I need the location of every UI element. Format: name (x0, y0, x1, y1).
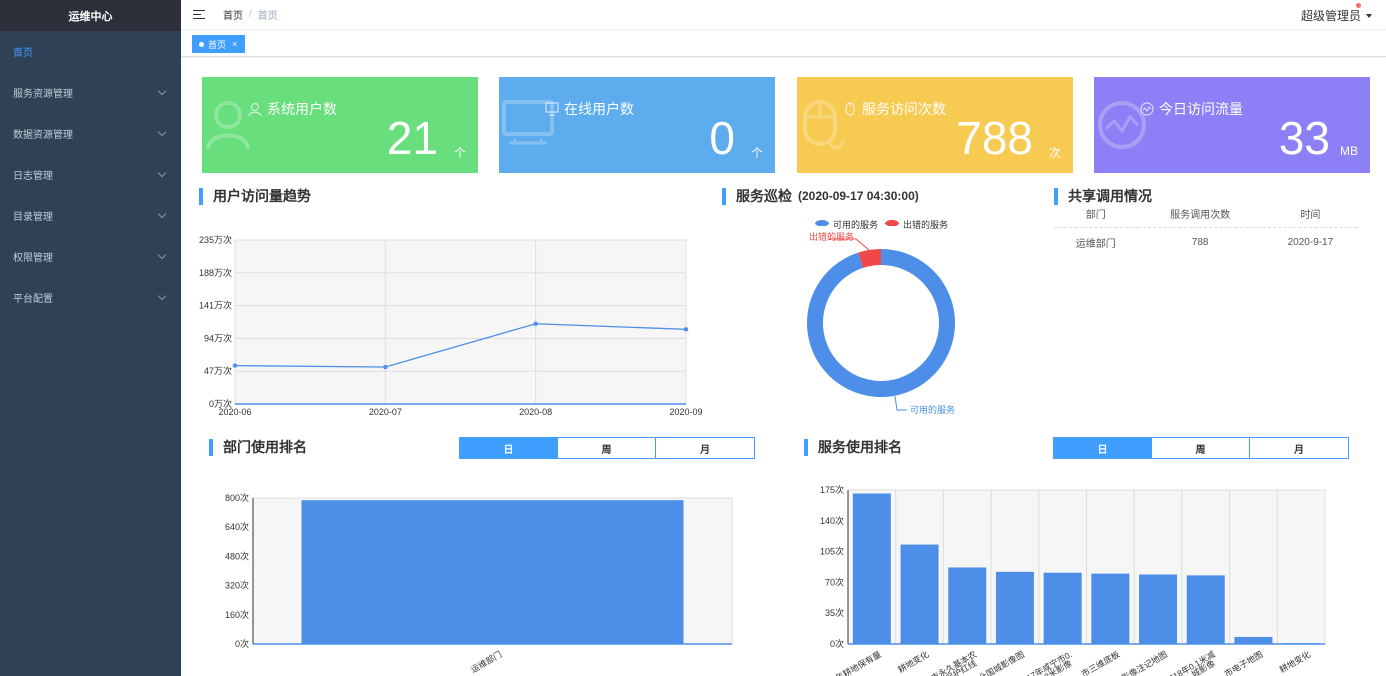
data-point (232, 363, 238, 368)
chevron-down-icon (157, 291, 167, 301)
sidebar-item-6[interactable]: 平台配置 (0, 277, 181, 318)
sidebar-item-label: 权限管理 (13, 253, 53, 264)
y-tick-label: 70次 (825, 576, 844, 587)
y-tick-label: 0次 (830, 638, 844, 649)
slice-label: 可用的服务 (910, 404, 955, 415)
hamburger-icon[interactable] (193, 9, 205, 20)
y-tick-label: 47万次 (204, 365, 232, 376)
x-tick-label: 耕地变化 (1278, 649, 1313, 675)
sidebar-item-0[interactable]: 首页 (0, 31, 181, 72)
sidebar: 运维中心 首页服务资源管理 数据资源管理 日志管理目录管理权限管理平台配置 (0, 0, 181, 676)
breadcrumb-home[interactable]: 首页 (223, 7, 243, 22)
bar (1043, 572, 1082, 644)
bar (1139, 574, 1178, 644)
y-tick-label: 235万次 (199, 234, 232, 245)
y-tick-label: 480次 (225, 550, 249, 561)
sidebar-item-1[interactable]: 服务资源管理 (0, 72, 181, 113)
legend-label: 可用的服务 (833, 219, 878, 230)
sidebar-item-2[interactable]: 数据资源管理 (0, 113, 181, 154)
x-tick-label: 2020-06 (218, 407, 251, 417)
x-tick-label: 2020-08 (519, 407, 552, 417)
sidebar-item-5[interactable]: 权限管理 (0, 236, 181, 277)
sidebar-item-4[interactable]: 目录管理 (0, 195, 181, 236)
data-point (533, 321, 538, 326)
y-tick-label: 94万次 (204, 332, 232, 343)
chevron-down-icon (157, 209, 167, 219)
x-tick-label: 市三维底板 (1080, 649, 1122, 676)
x-tick-label: 年耕地保有量 (834, 649, 884, 676)
tag-label: 首页 (208, 39, 227, 50)
bar (852, 493, 891, 644)
y-tick-label: 640次 (225, 521, 249, 532)
legend-marker (885, 220, 899, 226)
sidebar-item-label: 服务资源管理 (13, 89, 73, 100)
chart-plot-area (234, 239, 687, 405)
y-tick-label: 105次 (820, 546, 844, 557)
sidebar-item-label: 数据资源管理 (13, 130, 73, 141)
x-tick-label: 耕地变化 (896, 649, 931, 675)
data-point (383, 364, 388, 370)
y-tick-label: 175次 (820, 484, 844, 495)
y-tick-label: 141万次 (199, 300, 232, 311)
bar (995, 571, 1034, 644)
sidebar-item-label: 平台配置 (13, 294, 53, 305)
user-dropdown[interactable]: 超级管理员 (1300, 3, 1372, 24)
x-tick-label: 2020-09 (669, 407, 702, 417)
y-tick-label: 800次 (225, 492, 249, 503)
data-point (683, 327, 689, 332)
donut-slice (807, 249, 955, 397)
dashboard-main: 系统用户数 21 个 在线用户数 0 个 服务访问次数 788 次 今日访问流量… (181, 58, 1386, 676)
tags-view: 首页 × (181, 31, 1386, 57)
x-tick-label: 2020-07 (369, 407, 402, 417)
x-tick-label: 全国城影像图 (977, 649, 1026, 676)
y-tick-label: 188万次 (199, 267, 232, 278)
navbar: 首页 / 首页 超级管理员 (181, 0, 1386, 30)
y-tick-label: 140次 (820, 515, 844, 526)
slice-label: 出错的服务 (809, 231, 854, 242)
y-tick-label: 35次 (825, 607, 844, 618)
sidebar-item-3[interactable]: 日志管理 (0, 154, 181, 195)
bar (1234, 636, 1273, 644)
caret-down-icon (1366, 13, 1372, 18)
user-name: 超级管理员 (1300, 9, 1361, 23)
y-tick-label: 320次 (225, 580, 249, 591)
x-tick-label: 影像注记地图 (1120, 649, 1169, 676)
breadcrumb-current: 首页 (257, 11, 278, 22)
tag-home[interactable]: 首页 × (192, 35, 246, 53)
chevron-down-icon (157, 127, 167, 137)
x-tick-label: 运维部门 (469, 649, 503, 675)
chevron-down-icon (157, 86, 167, 96)
notification-dot (1356, 3, 1361, 8)
chevron-down-icon (157, 168, 167, 178)
legend-label: 出错的服务 (903, 219, 948, 230)
y-tick-label: 160次 (225, 609, 249, 620)
y-tick-label: 0次 (235, 638, 249, 649)
bar (900, 544, 939, 644)
sidebar-logo: 运维中心 (0, 0, 181, 31)
bar (948, 567, 987, 644)
bar (1186, 575, 1225, 644)
x-tick-label: 市电子地图 (1223, 649, 1265, 676)
chevron-down-icon (157, 250, 167, 260)
trend-line-chart: 0万次47万次94万次141万次188万次235万次2020-06 2020-07… (199, 219, 1326, 676)
bar (1091, 573, 1130, 644)
sidebar-menu: 首页服务资源管理 数据资源管理 日志管理目录管理权限管理平台配置 (0, 31, 181, 318)
bar (301, 500, 684, 644)
legend-marker (815, 220, 829, 226)
sidebar-item-label: 目录管理 (13, 212, 53, 223)
close-icon[interactable]: × (232, 39, 237, 49)
sidebar-item-label: 日志管理 (13, 171, 53, 182)
breadcrumb-separator: / (249, 9, 252, 20)
label-line (894, 395, 907, 411)
sidebar-item-label: 首页 (13, 48, 33, 59)
tag-dot (199, 41, 204, 47)
